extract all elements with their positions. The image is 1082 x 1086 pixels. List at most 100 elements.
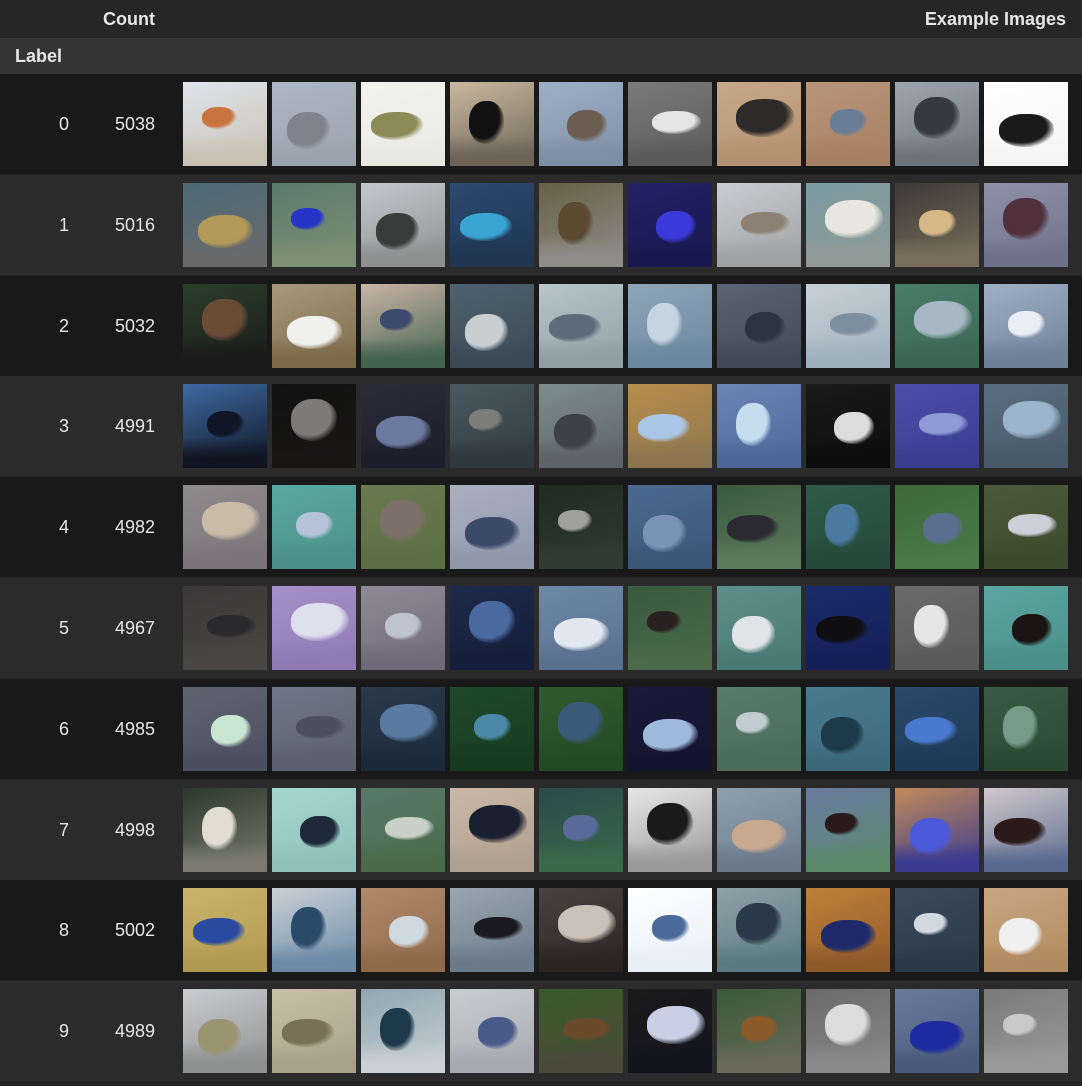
example-image-thumbnail[interactable]	[361, 788, 445, 872]
example-images-column-header[interactable]: Example Images	[925, 9, 1066, 30]
example-image-thumbnail[interactable]	[806, 485, 890, 569]
example-image-thumbnail[interactable]	[806, 687, 890, 771]
example-image-thumbnail[interactable]	[450, 687, 534, 771]
example-image-thumbnail[interactable]	[183, 183, 267, 267]
example-image-thumbnail[interactable]	[539, 183, 623, 267]
example-image-thumbnail[interactable]	[539, 687, 623, 771]
example-image-thumbnail[interactable]	[895, 284, 979, 368]
example-image-thumbnail[interactable]	[361, 384, 445, 468]
label-index-header[interactable]: Label	[15, 46, 62, 67]
example-image-thumbnail[interactable]	[183, 586, 267, 670]
example-image-thumbnail[interactable]	[183, 888, 267, 972]
example-image-thumbnail[interactable]	[361, 687, 445, 771]
table-row[interactable]: 3 4991	[0, 376, 1082, 476]
example-image-thumbnail[interactable]	[806, 284, 890, 368]
example-image-thumbnail[interactable]	[717, 989, 801, 1073]
example-image-thumbnail[interactable]	[806, 586, 890, 670]
example-image-thumbnail[interactable]	[895, 586, 979, 670]
example-image-thumbnail[interactable]	[806, 989, 890, 1073]
table-row[interactable]: 4 4982	[0, 477, 1082, 577]
example-image-thumbnail[interactable]	[272, 284, 356, 368]
example-image-thumbnail[interactable]	[717, 586, 801, 670]
example-image-thumbnail[interactable]	[272, 586, 356, 670]
example-image-thumbnail[interactable]	[717, 384, 801, 468]
example-image-thumbnail[interactable]	[183, 687, 267, 771]
example-image-thumbnail[interactable]	[183, 788, 267, 872]
count-column-header[interactable]: Count	[103, 9, 155, 30]
example-image-thumbnail[interactable]	[183, 284, 267, 368]
example-image-thumbnail[interactable]	[806, 788, 890, 872]
example-image-thumbnail[interactable]	[183, 485, 267, 569]
example-image-thumbnail[interactable]	[895, 183, 979, 267]
example-image-thumbnail[interactable]	[984, 586, 1068, 670]
example-image-thumbnail[interactable]	[361, 485, 445, 569]
example-image-thumbnail[interactable]	[272, 485, 356, 569]
example-image-thumbnail[interactable]	[895, 384, 979, 468]
example-image-thumbnail[interactable]	[539, 989, 623, 1073]
example-image-thumbnail[interactable]	[272, 687, 356, 771]
example-image-thumbnail[interactable]	[717, 888, 801, 972]
example-image-thumbnail[interactable]	[984, 989, 1068, 1073]
table-row[interactable]: 7 4998	[0, 780, 1082, 880]
example-image-thumbnail[interactable]	[984, 687, 1068, 771]
example-image-thumbnail[interactable]	[539, 485, 623, 569]
table-row[interactable]: 2 5032	[0, 276, 1082, 376]
example-image-thumbnail[interactable]	[717, 687, 801, 771]
example-image-thumbnail[interactable]	[628, 586, 712, 670]
example-image-thumbnail[interactable]	[895, 485, 979, 569]
table-row[interactable]: 8 5002	[0, 880, 1082, 980]
example-image-thumbnail[interactable]	[361, 989, 445, 1073]
example-image-thumbnail[interactable]	[984, 284, 1068, 368]
example-image-thumbnail[interactable]	[361, 284, 445, 368]
example-image-thumbnail[interactable]	[539, 888, 623, 972]
example-image-thumbnail[interactable]	[272, 788, 356, 872]
example-image-thumbnail[interactable]	[806, 82, 890, 166]
example-image-thumbnail[interactable]	[450, 284, 534, 368]
example-image-thumbnail[interactable]	[984, 384, 1068, 468]
example-image-thumbnail[interactable]	[183, 989, 267, 1073]
example-image-thumbnail[interactable]	[361, 888, 445, 972]
example-image-thumbnail[interactable]	[984, 485, 1068, 569]
example-image-thumbnail[interactable]	[272, 888, 356, 972]
example-image-thumbnail[interactable]	[450, 888, 534, 972]
example-image-thumbnail[interactable]	[806, 888, 890, 972]
example-image-thumbnail[interactable]	[183, 82, 267, 166]
example-image-thumbnail[interactable]	[450, 485, 534, 569]
example-image-thumbnail[interactable]	[895, 687, 979, 771]
example-image-thumbnail[interactable]	[272, 384, 356, 468]
table-row[interactable]: 5 4967	[0, 578, 1082, 678]
example-image-thumbnail[interactable]	[450, 82, 534, 166]
example-image-thumbnail[interactable]	[450, 384, 534, 468]
example-image-thumbnail[interactable]	[361, 82, 445, 166]
example-image-thumbnail[interactable]	[628, 485, 712, 569]
example-image-thumbnail[interactable]	[806, 384, 890, 468]
example-image-thumbnail[interactable]	[628, 82, 712, 166]
example-image-thumbnail[interactable]	[539, 586, 623, 670]
example-image-thumbnail[interactable]	[628, 284, 712, 368]
example-image-thumbnail[interactable]	[450, 989, 534, 1073]
example-image-thumbnail[interactable]	[539, 82, 623, 166]
example-image-thumbnail[interactable]	[895, 888, 979, 972]
example-image-thumbnail[interactable]	[984, 888, 1068, 972]
table-row[interactable]: 1 5016	[0, 175, 1082, 275]
example-image-thumbnail[interactable]	[628, 888, 712, 972]
example-image-thumbnail[interactable]	[895, 989, 979, 1073]
example-image-thumbnail[interactable]	[539, 284, 623, 368]
example-image-thumbnail[interactable]	[272, 989, 356, 1073]
table-row[interactable]: 9 4989	[0, 981, 1082, 1081]
table-row[interactable]: 6 4985	[0, 679, 1082, 779]
example-image-thumbnail[interactable]	[717, 284, 801, 368]
example-image-thumbnail[interactable]	[539, 384, 623, 468]
example-image-thumbnail[interactable]	[717, 485, 801, 569]
example-image-thumbnail[interactable]	[984, 788, 1068, 872]
example-image-thumbnail[interactable]	[628, 183, 712, 267]
example-image-thumbnail[interactable]	[272, 183, 356, 267]
example-image-thumbnail[interactable]	[895, 82, 979, 166]
example-image-thumbnail[interactable]	[628, 384, 712, 468]
example-image-thumbnail[interactable]	[984, 183, 1068, 267]
example-image-thumbnail[interactable]	[539, 788, 623, 872]
table-row[interactable]: 0 5038	[0, 74, 1082, 174]
example-image-thumbnail[interactable]	[628, 687, 712, 771]
example-image-thumbnail[interactable]	[806, 183, 890, 267]
example-image-thumbnail[interactable]	[361, 183, 445, 267]
